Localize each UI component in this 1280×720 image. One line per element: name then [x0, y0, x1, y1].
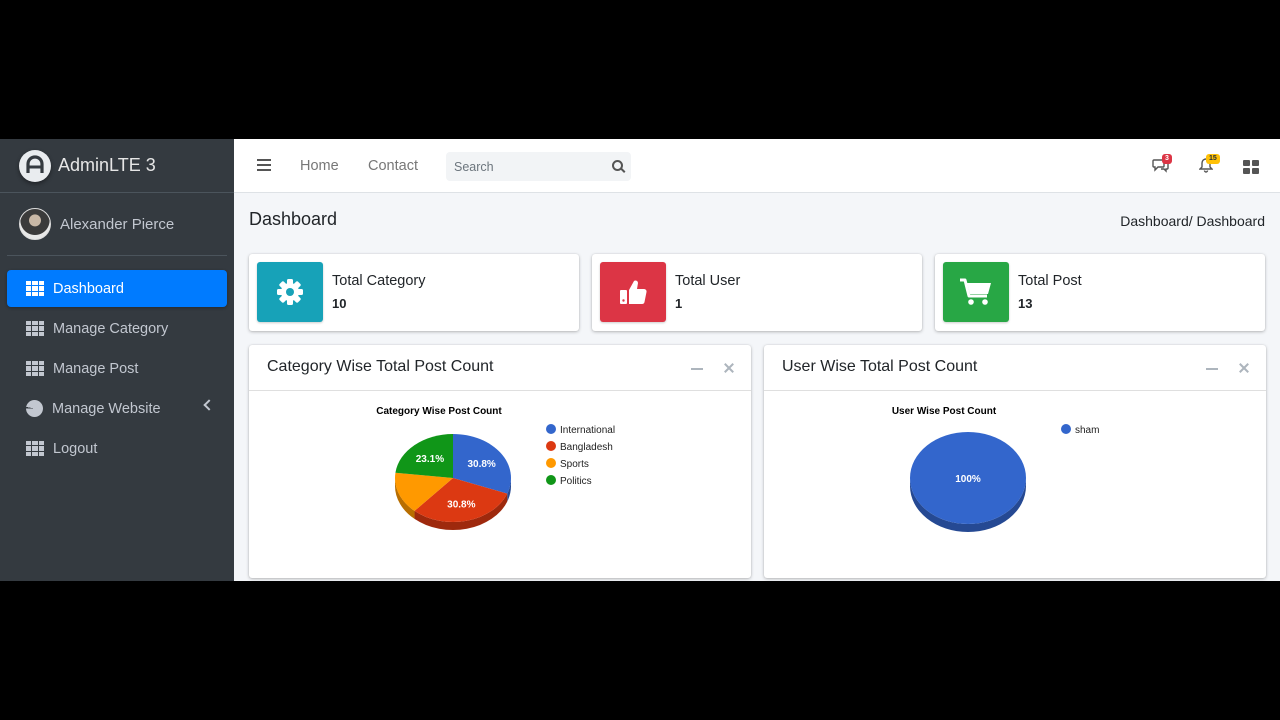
apps-grid-icon[interactable] [1243, 160, 1259, 174]
info-box-label: Total Post [1018, 273, 1082, 289]
card-category-wise: Category Wise Total Post Count Category … [249, 345, 751, 578]
top-navbar: Home Contact 3 15 [234, 139, 1280, 193]
grid-icon [26, 441, 44, 456]
page-title: Dashboard [249, 209, 338, 229]
avatar [19, 208, 51, 240]
notifications-badge: 15 [1206, 154, 1220, 164]
breadcrumb: Dashboard/ Dashboard [1120, 213, 1265, 229]
sidebar-item-dashboard[interactable]: Dashboard [7, 270, 227, 307]
user-pie-chart: User Wise Post Count 100% sham [892, 406, 1099, 532]
gear-icon [277, 279, 303, 305]
sidebar-item-label: Logout [53, 440, 98, 457]
minus-icon[interactable] [1206, 368, 1218, 370]
pie-chart-icon [26, 400, 43, 417]
nav-link-contact[interactable]: Contact [368, 158, 418, 174]
grid-icon [26, 281, 44, 296]
sidebar-item-label: Manage Website [52, 400, 161, 417]
pie-slice-label: 30.8% [467, 459, 495, 470]
info-box-total-post: Total Post 13 [935, 254, 1265, 331]
sidebar-item-label: Dashboard [53, 280, 124, 297]
navbar-search [446, 152, 631, 181]
info-box-total-category: Total Category 10 [249, 254, 579, 331]
user-panel[interactable]: Alexander Pierce [7, 193, 227, 256]
card-user-wise: User Wise Total Post Count User Wise Pos… [764, 345, 1266, 578]
search-input[interactable] [446, 159, 596, 174]
pie-slice-label: 100% [955, 474, 981, 485]
info-box-value: 1 [675, 296, 683, 311]
pie-slice-label: 30.8% [447, 500, 475, 511]
sidebar-nav: Dashboard Manage Category Manage Post Ma… [0, 270, 234, 467]
menu-toggle-icon[interactable] [257, 159, 271, 171]
pie-slice-label: 23.1% [416, 454, 444, 465]
sidebar-item-manage-post[interactable]: Manage Post [7, 350, 227, 387]
legend-swatch [546, 441, 556, 451]
chart-title: Category Wise Post Count [376, 406, 502, 417]
grid-icon [26, 321, 44, 336]
legend-label[interactable]: International [560, 425, 615, 436]
legend-swatch [546, 458, 556, 468]
messages-badge: 3 [1162, 154, 1172, 164]
grid-icon [26, 361, 44, 376]
sidebar-item-logout[interactable]: Logout [7, 430, 227, 467]
minus-icon[interactable] [691, 368, 703, 370]
app-window: AdminLTE 3 Alexander Pierce Dashboard Ma… [0, 139, 1280, 581]
info-box-label: Total Category [332, 273, 426, 289]
sidebar-item-label: Manage Category [53, 320, 169, 337]
close-icon[interactable] [1238, 362, 1250, 374]
legend-label[interactable]: Sports [560, 459, 589, 470]
messages-button[interactable]: 3 [1152, 154, 1172, 178]
brand-name: AdminLTE 3 [58, 155, 156, 175]
search-icon[interactable] [612, 160, 623, 171]
user-name: Alexander Pierce [60, 215, 175, 233]
legend-swatch [546, 475, 556, 485]
legend-label[interactable]: sham [1075, 425, 1099, 436]
legend-swatch [1061, 424, 1071, 434]
legend-swatch [546, 424, 556, 434]
main-sidebar: AdminLTE 3 Alexander Pierce Dashboard Ma… [0, 139, 234, 581]
close-icon[interactable] [723, 362, 735, 374]
chart-title: User Wise Post Count [892, 406, 997, 417]
legend-label[interactable]: Bangladesh [560, 442, 613, 453]
nav-link-home[interactable]: Home [300, 158, 339, 174]
info-icon-bg [257, 262, 323, 322]
info-icon-bg [943, 262, 1009, 322]
adminlte-logo-icon [19, 149, 51, 182]
sidebar-item-manage-website[interactable]: Manage Website [7, 390, 227, 427]
legend-label[interactable]: Politics [560, 476, 592, 487]
shopping-cart-icon [960, 278, 991, 305]
thumbs-up-icon [620, 280, 647, 305]
brand-link[interactable]: AdminLTE 3 [0, 139, 234, 193]
card-header: User Wise Total Post Count [764, 345, 1266, 391]
info-box-value: 13 [1018, 296, 1033, 311]
info-box-value: 10 [332, 296, 347, 311]
info-box-total-user: Total User 1 [592, 254, 922, 331]
info-icon-bg [600, 262, 666, 322]
sidebar-item-manage-category[interactable]: Manage Category [7, 310, 227, 347]
sidebar-item-label: Manage Post [53, 360, 139, 377]
card-header: Category Wise Total Post Count [249, 345, 751, 391]
category-pie-chart: Category Wise Post Count 30.8% 30.8% 23.1% I… [376, 406, 615, 530]
info-box-label: Total User [675, 273, 741, 289]
card-title: Category Wise Total Post Count [267, 358, 494, 375]
card-title: User Wise Total Post Count [782, 358, 978, 375]
notifications-button[interactable]: 15 [1198, 154, 1220, 178]
chevron-left-icon [203, 399, 215, 411]
